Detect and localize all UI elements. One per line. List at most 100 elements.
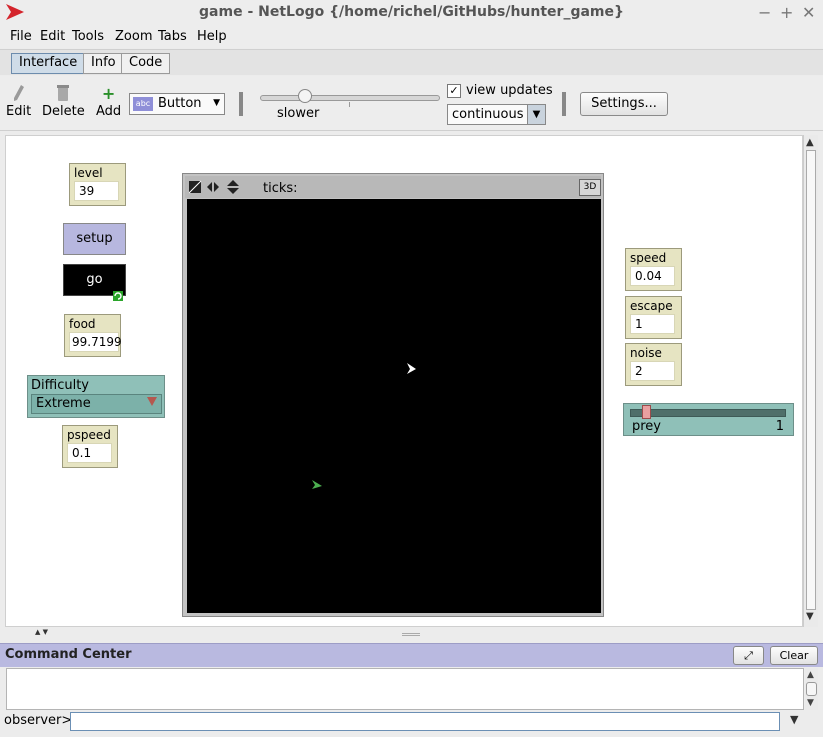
forever-icon	[113, 283, 123, 301]
command-center-header: Command Center ⤢ Clear	[0, 643, 823, 667]
menu-edit[interactable]: Edit	[40, 29, 65, 44]
button-widget-icon: abc	[133, 97, 153, 111]
add-label: Add	[96, 104, 122, 119]
edit-tool[interactable]: Edit	[6, 84, 31, 119]
update-mode-value: continuous	[452, 107, 524, 122]
pspeed-monitor-label: pspeed	[67, 428, 111, 442]
menu-file[interactable]: File	[10, 29, 32, 44]
scroll-down-icon[interactable]: ▼	[807, 698, 814, 708]
widget-type-value: Button	[158, 96, 202, 111]
menu-tabs[interactable]: Tabs	[158, 29, 187, 44]
speed-monitor-value: 0.04	[630, 266, 675, 286]
menu-bar: File Edit Tools Zoom Tabs Help	[0, 26, 823, 48]
pencil-icon	[6, 84, 31, 104]
delete-tool[interactable]: Delete	[42, 84, 85, 119]
level-monitor-value: 39	[74, 181, 119, 201]
close-window-button[interactable]: ✕	[802, 3, 815, 22]
escape-monitor-value: 1	[630, 314, 675, 334]
noise-monitor: noise 2	[625, 343, 682, 386]
tab-bar: Interface Info Code	[0, 49, 823, 75]
go-button[interactable]: go	[63, 264, 126, 301]
expand-button[interactable]: ⤢	[733, 646, 764, 665]
food-monitor-value: 99.7199	[69, 332, 122, 352]
add-tool[interactable]: + Add	[96, 84, 121, 119]
chevron-down-icon: ▼	[527, 105, 545, 124]
view-control-icons[interactable]	[188, 180, 241, 199]
escape-monitor-label: escape	[630, 299, 673, 313]
noise-monitor-label: noise	[630, 346, 662, 360]
difficulty-value: Extreme	[36, 396, 91, 411]
noise-monitor-value: 2	[630, 361, 675, 381]
minimize-button[interactable]: −	[758, 3, 771, 22]
difficulty-chooser[interactable]: Difficulty Extreme	[27, 375, 165, 418]
prey-slider-value: 1	[775, 419, 784, 434]
view-header: ticks: 3D	[185, 176, 601, 198]
three-d-button[interactable]: 3D	[579, 179, 601, 196]
world-view: ticks: 3D	[182, 173, 604, 617]
title-bar: game - NetLogo {/home/richel/GitHubs/hun…	[0, 0, 823, 26]
toolbar-separator	[562, 92, 566, 116]
maximize-button[interactable]: +	[780, 3, 793, 22]
prey-slider-track[interactable]	[630, 409, 786, 417]
scroll-up-icon[interactable]: ▲	[807, 670, 814, 680]
toolbar-separator	[239, 92, 243, 116]
splitter-grip-icon[interactable]	[402, 633, 420, 636]
widget-type-select[interactable]: abc Button ▼	[129, 93, 225, 115]
expand-icon: ⤢	[744, 649, 753, 662]
escape-monitor: escape 1	[625, 296, 682, 339]
world-canvas[interactable]	[187, 199, 601, 613]
interface-toolbar: Edit Delete + Add abc Button ▼ slower ✓ …	[0, 76, 823, 131]
ticks-label: ticks:	[263, 181, 298, 196]
chooser-arrow-icon	[147, 397, 157, 406]
scroll-down-icon[interactable]: ▼	[806, 611, 814, 622]
history-dropdown-icon[interactable]: ▼	[790, 713, 798, 726]
speed-monitor-label: speed	[630, 251, 667, 265]
food-monitor-label: food	[69, 317, 96, 331]
prey-slider[interactable]: prey 1	[623, 403, 794, 436]
window-title: game - NetLogo {/home/richel/GitHubs/hun…	[199, 4, 624, 20]
go-button-label: go	[86, 272, 103, 287]
speed-slider-knob[interactable]	[298, 89, 312, 103]
scrollbar-thumb[interactable]	[806, 682, 817, 696]
prey-slider-label: prey	[632, 419, 662, 434]
scroll-up-icon[interactable]: ▲	[806, 137, 814, 148]
level-monitor-label: level	[74, 166, 103, 180]
command-center-title: Command Center	[5, 647, 132, 662]
plus-icon: +	[101, 84, 116, 103]
command-input[interactable]	[70, 712, 780, 731]
view-updates-label: view updates	[466, 83, 553, 98]
speed-label: slower	[277, 106, 320, 121]
menu-tools[interactable]: Tools	[72, 29, 104, 44]
settings-button[interactable]: Settings...	[580, 92, 668, 116]
splitter-arrows-icon[interactable]: ▲ ▼	[35, 628, 48, 636]
menu-help[interactable]: Help	[197, 29, 227, 44]
clear-button[interactable]: Clear	[770, 646, 818, 665]
tab-info[interactable]: Info	[83, 53, 124, 74]
pspeed-monitor: pspeed 0.1	[62, 425, 118, 468]
prey-slider-knob[interactable]	[642, 405, 652, 419]
pane-splitter[interactable]: ▲ ▼	[0, 628, 823, 642]
menu-zoom[interactable]: Zoom	[115, 29, 152, 44]
delete-label: Delete	[42, 104, 85, 119]
observer-label: observer>	[4, 713, 73, 728]
speed-slider-track[interactable]	[260, 95, 440, 101]
hunter-turtle-icon	[405, 363, 417, 379]
difficulty-select[interactable]: Extreme	[31, 394, 162, 414]
difficulty-label: Difficulty	[31, 378, 89, 393]
level-monitor: level 39	[69, 163, 126, 206]
update-mode-select[interactable]: continuous ▼	[447, 104, 546, 125]
dropdown-arrow-icon: ▼	[213, 98, 220, 108]
setup-button[interactable]: setup	[63, 223, 126, 255]
food-monitor: food 99.7199	[64, 314, 122, 357]
tab-interface[interactable]: Interface	[11, 53, 86, 74]
command-output-scrollbar[interactable]: ▲ ▼	[805, 668, 818, 710]
interface-vertical-scrollbar[interactable]: ▲ ▼	[803, 135, 818, 627]
view-updates-checkbox[interactable]: ✓	[447, 84, 461, 98]
tab-code[interactable]: Code	[121, 53, 171, 74]
pspeed-monitor-value: 0.1	[67, 443, 112, 463]
speed-monitor: speed 0.04	[625, 248, 682, 291]
trash-icon	[42, 84, 85, 104]
prey-turtle-icon	[311, 479, 323, 495]
command-output	[6, 668, 804, 710]
scrollbar-thumb[interactable]	[806, 150, 816, 610]
